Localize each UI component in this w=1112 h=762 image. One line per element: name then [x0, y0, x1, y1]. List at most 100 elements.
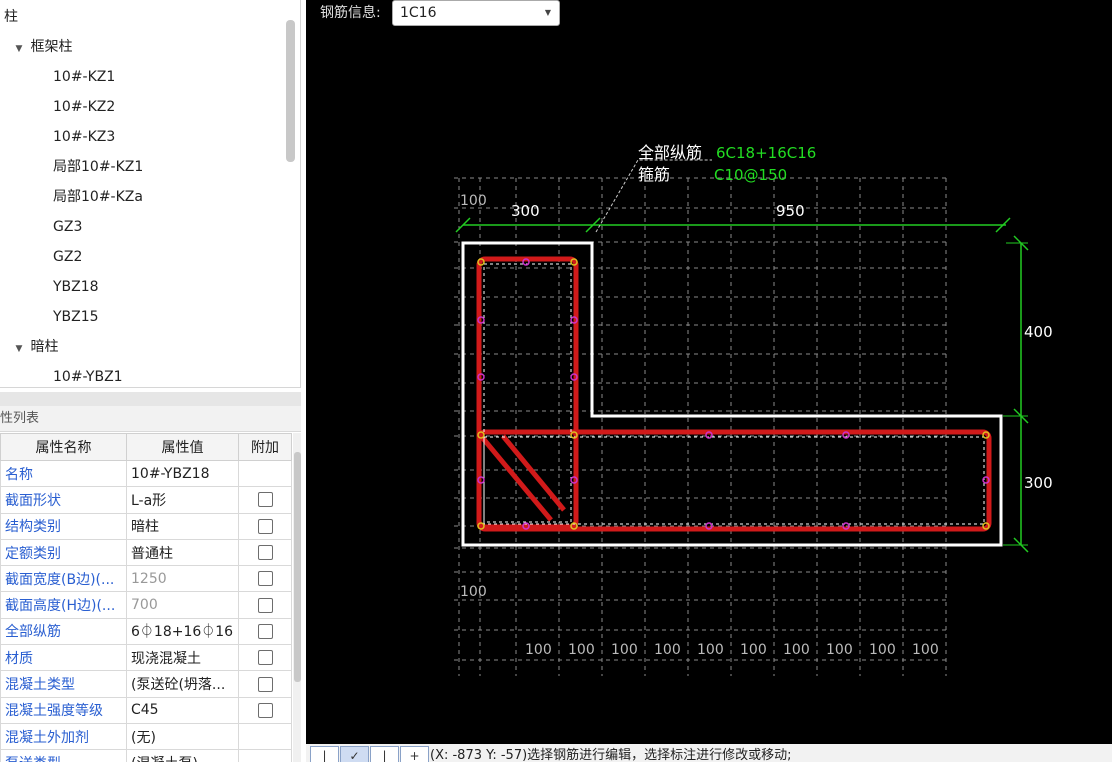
grid-label: 100: [568, 642, 595, 658]
caret-down-icon[interactable]: ▼: [12, 34, 26, 64]
column-header-name: 属性名称: [0, 433, 127, 461]
property-row[interactable]: 截面形状 L-a形: [0, 486, 292, 514]
property-extra-cell: [238, 591, 292, 619]
tree-item[interactable]: 局部10#-KZ1: [53, 152, 143, 182]
property-name: 材质: [0, 644, 127, 672]
tool-vertical-button[interactable]: |: [370, 746, 399, 762]
section-outline[interactable]: [461, 241, 1003, 547]
property-value[interactable]: 6⏀18+16⏀16: [126, 617, 239, 646]
property-name: 截面高度(H边)(...: [0, 591, 127, 619]
property-value[interactable]: 暗柱: [126, 512, 239, 540]
section-drawing[interactable]: 100 100 100 100 100 100 100 100 100 100 100 100 300 9…: [306, 0, 1112, 744]
dimension-label-right-lower: 300: [1024, 474, 1053, 492]
caret-down-icon[interactable]: ▼: [12, 334, 26, 364]
property-name: 截面形状: [0, 486, 127, 514]
property-value[interactable]: (无): [126, 722, 239, 751]
property-extra-cell: [238, 486, 292, 514]
tree-group-label: 框架柱: [30, 39, 73, 55]
inner-dashed-outline[interactable]: [483, 263, 572, 523]
grid-label: 100: [697, 642, 724, 658]
grid-label: 100: [740, 642, 767, 658]
property-name: 定额类别: [0, 538, 127, 567]
rebar-info-select[interactable]: 1C16 ▼: [392, 0, 560, 26]
property-name: 结构类别: [0, 512, 127, 540]
dimension-label-top-right: 950: [776, 202, 805, 220]
property-value[interactable]: 10#-YBZ18: [126, 459, 239, 488]
grid-label: 100: [869, 642, 896, 658]
tree-item[interactable]: 局部10#-KZa: [53, 182, 143, 212]
property-value[interactable]: (泵送砼(坍落...: [126, 670, 239, 698]
tree-item[interactable]: 10#-KZ3: [53, 122, 115, 152]
property-row[interactable]: 泵送类型(混凝土泵): [0, 749, 292, 762]
tree-group-hidden-column[interactable]: ▼ 暗柱: [12, 332, 59, 364]
property-extra-checkbox[interactable]: [257, 571, 273, 587]
property-extra-cell: [238, 512, 292, 540]
property-extra-cell: [238, 722, 292, 751]
tree-item[interactable]: GZ3: [53, 212, 82, 242]
tree-item[interactable]: 10#-KZ1: [53, 62, 115, 92]
property-extra-checkbox[interactable]: [257, 597, 273, 613]
tree-root[interactable]: 柱: [4, 2, 18, 32]
property-row[interactable]: 定额类别 普通柱: [0, 538, 292, 567]
stirrup-horizontal[interactable]: [476, 429, 992, 532]
annotation-stirrup-value: C10@150: [714, 166, 787, 184]
property-row[interactable]: 混凝土类型 (泵送砼(坍落...: [0, 670, 292, 698]
property-row[interactable]: 结构类别 暗柱: [0, 512, 292, 540]
property-value[interactable]: (混凝土泵): [126, 749, 239, 762]
property-name: 截面宽度(B边)(...: [0, 565, 127, 593]
property-row[interactable]: 截面高度(H边)(... 700: [0, 591, 292, 619]
property-name: 混凝土外加剂: [0, 722, 127, 751]
properties-title: 性列表: [0, 406, 301, 432]
rebar-info-label: 钢筋信息:: [320, 5, 381, 21]
tree-group-frame-column[interactable]: ▼ 框架柱: [12, 32, 73, 64]
tree-item[interactable]: 10#-KZ2: [53, 92, 115, 122]
property-row[interactable]: 截面宽度(B边)(... 1250: [0, 565, 292, 593]
column-header-extra: 附加: [238, 433, 292, 461]
tree-item[interactable]: GZ2: [53, 242, 82, 272]
stirrup-vertical[interactable]: [476, 256, 579, 530]
grid-label: 100: [525, 642, 552, 658]
property-row[interactable]: 混凝土强度等级 C45: [0, 696, 292, 724]
grid-label: 100: [611, 642, 638, 658]
property-row[interactable]: 名称 10#-YBZ18: [0, 459, 292, 488]
property-extra-cell: [238, 670, 292, 698]
property-extra-cell: [238, 644, 292, 672]
tree-item[interactable]: YBZ15: [53, 302, 99, 332]
property-extra-checkbox[interactable]: [257, 676, 273, 692]
rebar-info-value: 1C16: [400, 5, 437, 21]
column-header-value: 属性值: [126, 433, 239, 461]
property-extra-cell: [238, 538, 292, 567]
tool-line-button[interactable]: |: [310, 746, 339, 762]
property-value[interactable]: 1250: [126, 565, 239, 593]
grid-label: 100: [460, 193, 487, 209]
tree-root-label: 柱: [4, 9, 18, 25]
property-value[interactable]: 普通柱: [126, 538, 239, 567]
property-extra-checkbox[interactable]: [257, 518, 273, 534]
panel-splitter[interactable]: [0, 392, 301, 406]
properties-table: 属性名称 属性值 附加 名称 10#-YBZ18 截面形状 L-a形 结构类别 暗柱 定额类…: [0, 433, 292, 762]
property-value[interactable]: 现浇混凝土: [126, 644, 239, 672]
grid-label: 100: [783, 642, 810, 658]
tree-item[interactable]: 10#-YBZ1: [53, 362, 123, 387]
property-value[interactable]: C45: [126, 696, 239, 724]
property-extra-checkbox[interactable]: [257, 545, 273, 561]
property-value[interactable]: L-a形: [126, 486, 239, 514]
property-value[interactable]: 700: [126, 591, 239, 619]
property-name: 泵送类型: [0, 749, 127, 762]
property-extra-checkbox[interactable]: [257, 650, 273, 666]
grid-label: 100: [826, 642, 853, 658]
property-extra-checkbox[interactable]: [257, 623, 273, 639]
tool-add-button[interactable]: +: [400, 746, 429, 762]
property-row[interactable]: 全部纵筋 6⏀18+16⏀16: [0, 617, 292, 646]
property-row[interactable]: 材质 现浇混凝土: [0, 644, 292, 672]
drawing-canvas[interactable]: 100 100 100 100 100 100 100 100 100 100 100 100 300 9…: [306, 0, 1112, 744]
dimension-label-top-left: 300: [511, 202, 540, 220]
property-extra-checkbox[interactable]: [257, 702, 273, 718]
status-text: (X: -873 Y: -57)选择钢筋进行编辑，选择标注进行修改或移动;: [430, 748, 792, 762]
properties-scrollbar[interactable]: [294, 452, 301, 682]
property-row[interactable]: 混凝土外加剂 (无): [0, 722, 292, 751]
tool-edit-button[interactable]: ✓: [340, 746, 369, 762]
property-extra-checkbox[interactable]: [257, 492, 273, 508]
tree-scrollbar[interactable]: [286, 20, 295, 162]
tree-item[interactable]: YBZ18: [53, 272, 99, 302]
